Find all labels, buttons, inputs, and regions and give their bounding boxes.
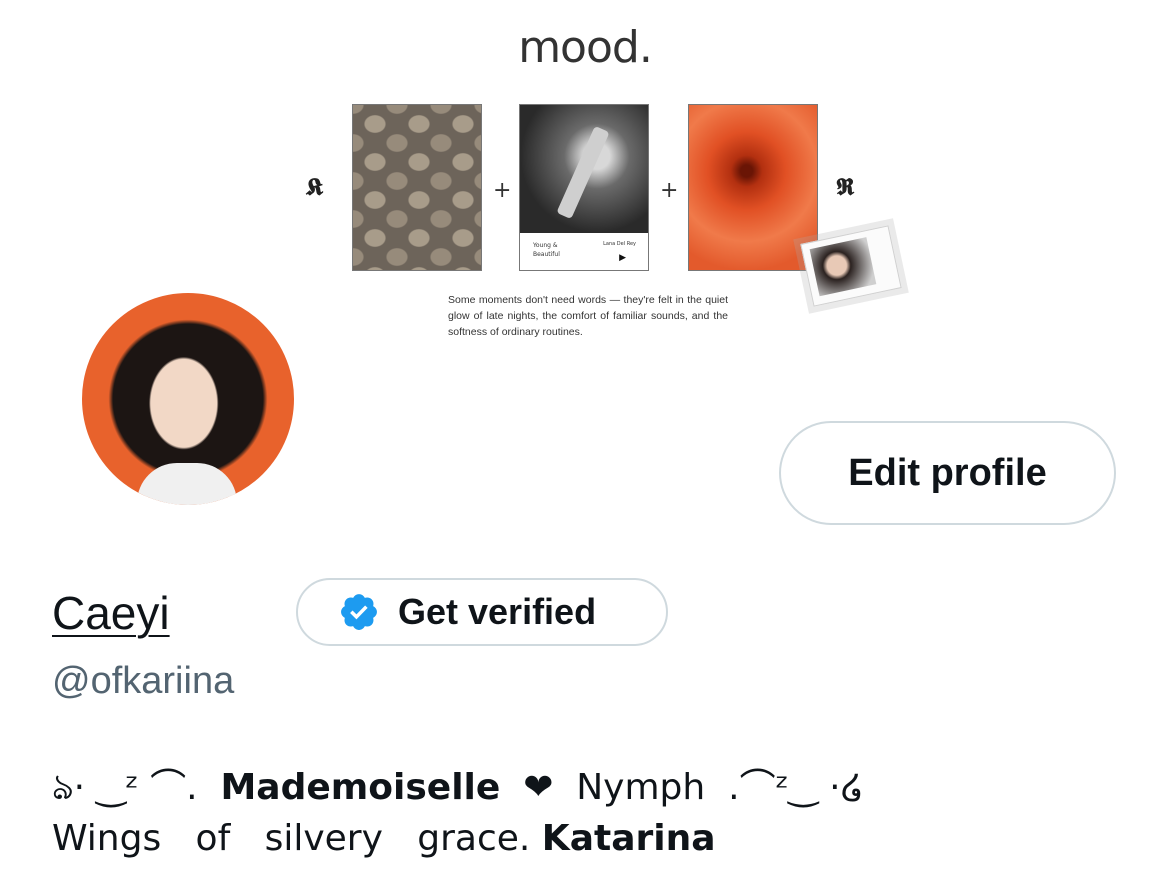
polaroid-photo bbox=[809, 237, 877, 297]
bio-bold-mademoiselle: Mademoiselle bbox=[220, 767, 501, 808]
get-verified-label: Get verified bbox=[398, 591, 597, 632]
banner-music-card: Young & Beautiful Lana Del Rey ▶ bbox=[519, 104, 649, 271]
heart-icon: ❤ bbox=[523, 767, 554, 808]
bio-text: Wings of silvery grace. bbox=[52, 818, 531, 859]
music-card-photo bbox=[520, 105, 648, 233]
user-handle: @ofkariina bbox=[52, 660, 235, 702]
edit-profile-button[interactable]: Edit profile bbox=[779, 421, 1116, 525]
music-card-artist: Lana Del Rey bbox=[603, 241, 636, 247]
bio-bold-katarina: Katarina bbox=[541, 818, 716, 859]
avatar[interactable] bbox=[78, 289, 298, 509]
get-verified-button[interactable]: Get verified bbox=[296, 578, 668, 646]
bio-decoration-left: ঌ· ‿ᶻ ⌒. bbox=[52, 767, 198, 808]
banner-photo-tiles bbox=[352, 104, 482, 271]
bio-line-2: Wings of silvery grace. Katarina bbox=[52, 818, 1132, 859]
banner-plus-2: + bbox=[660, 178, 679, 203]
play-icon: ▶ bbox=[619, 253, 626, 263]
bio-decoration-right: .⌒ᶻ‿ ·໒ bbox=[728, 767, 864, 808]
bio-word-nymph: Nymph bbox=[576, 767, 706, 808]
banner-title: mood. bbox=[518, 22, 653, 73]
banner-letter-right: 𝕽 bbox=[836, 172, 855, 201]
bio-line-1: ঌ· ‿ᶻ ⌒. Mademoiselle ❤ Nymph .⌒ᶻ‿ ·໒ bbox=[52, 758, 1132, 820]
banner-caption: Some moments don't need words — they're … bbox=[448, 294, 728, 338]
banner-photo-flower bbox=[688, 104, 818, 271]
banner-letter-left: 𝕶 bbox=[306, 172, 324, 201]
verified-badge-icon bbox=[341, 594, 377, 630]
banner-plus-1: + bbox=[493, 178, 512, 203]
display-name: Caeyi bbox=[52, 587, 170, 639]
music-card-song: Young & Beautiful bbox=[533, 242, 560, 258]
